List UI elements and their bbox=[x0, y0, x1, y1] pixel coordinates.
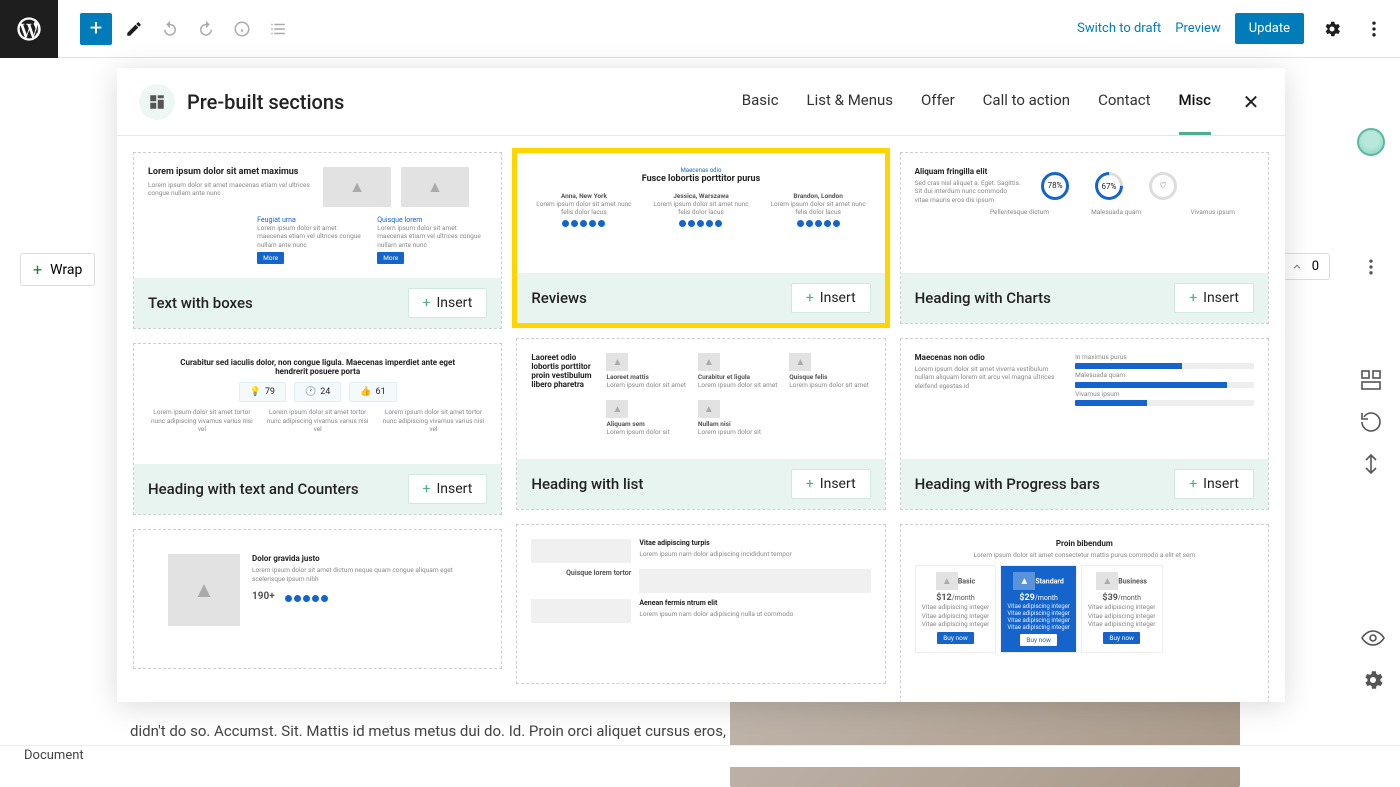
card-preview: Lorem ipsum dolor sit amet maximusLorem … bbox=[134, 153, 501, 278]
gear-icon[interactable] bbox=[1361, 668, 1385, 692]
plus-icon: + bbox=[806, 476, 814, 492]
card-pricing: Proin bibendum Lorem ipsum dolor sit ame… bbox=[900, 524, 1269, 702]
right-rail-bottom bbox=[1361, 626, 1385, 692]
card-heading-progress: Maecenas non odioLorem ipsum dolor sit a… bbox=[900, 338, 1269, 510]
card-title: Heading with Progress bars bbox=[915, 475, 1100, 493]
prebuilt-sections-modal: Pre-built sections Basic List & Menus Of… bbox=[117, 68, 1285, 702]
card-preview: Laoreet odio lobortis porttitor proin ve… bbox=[517, 339, 884, 459]
modal-tabs: Basic List & Menus Offer Call to action … bbox=[742, 68, 1211, 135]
card-footer: Heading with Charts +Insert bbox=[901, 273, 1268, 323]
close-icon[interactable]: ✕ bbox=[1239, 90, 1263, 114]
tab-list-menus[interactable]: List & Menus bbox=[807, 68, 894, 135]
avatar[interactable] bbox=[1357, 128, 1385, 156]
wp-logo[interactable] bbox=[0, 0, 58, 58]
card-text-with-boxes: Lorem ipsum dolor sit amet maximusLorem … bbox=[133, 152, 502, 329]
card-heading-counters: Curabitur sed iaculis dolor, non congue … bbox=[133, 343, 502, 515]
modal-title: Pre-built sections bbox=[187, 90, 344, 114]
card-footer: Reviews +Insert bbox=[517, 273, 884, 323]
card-footer: Heading with list +Insert bbox=[517, 459, 884, 509]
card-preview: ▲ Dolor gravida justo Lorem ipsum dolor … bbox=[134, 530, 501, 668]
wrap-label-text: Wrap bbox=[50, 262, 82, 278]
editor-topbar: + Switch to draft Preview Update bbox=[0, 0, 1400, 58]
card-footer: Heading with text and Counters +Insert bbox=[134, 464, 501, 514]
wrap-block-label[interactable]: + Wrap bbox=[20, 253, 95, 286]
card-reviews: Maecenas odio Fusce lobortis porttitor p… bbox=[516, 152, 885, 324]
modal-body[interactable]: Lorem ipsum dolor sit amet maximusLorem … bbox=[117, 136, 1285, 702]
insert-button[interactable]: +Insert bbox=[408, 288, 488, 318]
card-feature-list: Vitae adipiscing turpisLorem ipsum nam d… bbox=[516, 524, 885, 684]
plus-icon: + bbox=[1189, 290, 1197, 306]
insert-button[interactable]: +Insert bbox=[1174, 469, 1254, 499]
add-block-button[interactable]: + bbox=[80, 13, 112, 45]
redo-icon[interactable] bbox=[192, 15, 220, 43]
card-heading-charts: Aliquam fringilla elitSed cras nisl aliq… bbox=[900, 152, 1269, 324]
sections-icon bbox=[139, 84, 175, 120]
card-footer: Text with boxes +Insert bbox=[134, 278, 501, 328]
switch-to-draft-link[interactable]: Switch to draft bbox=[1077, 21, 1161, 36]
right-rail-tools bbox=[1342, 368, 1400, 476]
eye-icon[interactable] bbox=[1361, 626, 1385, 650]
update-button[interactable]: Update bbox=[1235, 13, 1304, 44]
template-icon[interactable] bbox=[1359, 368, 1383, 392]
tab-contact[interactable]: Contact bbox=[1098, 68, 1150, 135]
insert-button[interactable]: +Insert bbox=[408, 474, 488, 504]
card-preview: Maecenas odio Fusce lobortis porttitor p… bbox=[517, 153, 884, 273]
insert-button[interactable]: +Insert bbox=[791, 469, 871, 499]
card-preview: Curabitur sed iaculis dolor, non congue … bbox=[134, 344, 501, 464]
tab-call-to-action[interactable]: Call to action bbox=[983, 68, 1070, 135]
status-bar: Document bbox=[0, 745, 1400, 767]
status-text: Document bbox=[24, 748, 84, 763]
more-vertical-icon[interactable] bbox=[1357, 253, 1385, 281]
preview-button[interactable]: Preview bbox=[1175, 21, 1220, 36]
revisions-icon[interactable] bbox=[1359, 410, 1383, 434]
card-preview: Vitae adipiscing turpisLorem ipsum nam d… bbox=[517, 525, 884, 683]
pencil-icon[interactable] bbox=[120, 15, 148, 43]
plus-icon: + bbox=[33, 260, 42, 279]
undo-icon[interactable] bbox=[156, 15, 184, 43]
plus-icon: + bbox=[1189, 476, 1197, 492]
card-title: Reviews bbox=[531, 289, 587, 307]
tab-offer[interactable]: Offer bbox=[921, 68, 955, 135]
card-preview: Maecenas non odioLorem ipsum dolor sit a… bbox=[901, 339, 1268, 459]
gear-icon[interactable] bbox=[1318, 15, 1346, 43]
plus-icon: + bbox=[806, 290, 814, 306]
move-icon[interactable] bbox=[1359, 452, 1383, 476]
card-about-team: ▲ Dolor gravida justo Lorem ipsum dolor … bbox=[133, 529, 502, 669]
card-preview: Aliquam fringilla elitSed cras nisl aliq… bbox=[901, 153, 1268, 273]
card-footer: Heading with Progress bars +Insert bbox=[901, 459, 1268, 509]
insert-button[interactable]: +Insert bbox=[791, 283, 871, 313]
insert-button[interactable]: +Insert bbox=[1174, 283, 1254, 313]
tab-misc[interactable]: Misc bbox=[1179, 68, 1212, 135]
upvote-counter[interactable]: 0 bbox=[1279, 253, 1330, 280]
card-title: Text with boxes bbox=[148, 294, 253, 312]
upvote-count: 0 bbox=[1312, 259, 1319, 274]
info-icon[interactable] bbox=[228, 15, 256, 43]
plus-icon: + bbox=[423, 481, 431, 497]
card-preview: Proin bibendum Lorem ipsum dolor sit ame… bbox=[901, 525, 1268, 702]
list-icon[interactable] bbox=[264, 15, 292, 43]
topbar-left-tools: + bbox=[70, 13, 292, 45]
topbar-right: Switch to draft Preview Update bbox=[1077, 13, 1388, 44]
tab-basic[interactable]: Basic bbox=[742, 68, 779, 135]
more-vertical-icon[interactable] bbox=[1360, 15, 1388, 43]
card-title: Heading with Charts bbox=[915, 289, 1051, 307]
modal-header: Pre-built sections Basic List & Menus Of… bbox=[117, 68, 1285, 136]
card-title: Heading with list bbox=[531, 475, 643, 493]
card-heading-list: Laoreet odio lobortis porttitor proin ve… bbox=[516, 338, 885, 510]
plus-icon: + bbox=[423, 295, 431, 311]
card-title: Heading with text and Counters bbox=[148, 480, 359, 498]
